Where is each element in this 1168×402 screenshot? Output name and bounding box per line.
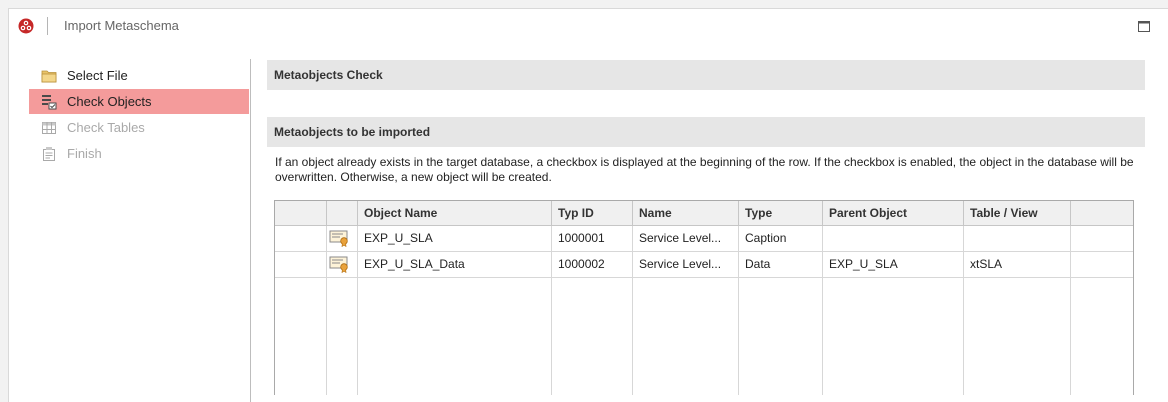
sidebar-item-label: Select File xyxy=(67,68,128,83)
table-row[interactable]: EXP_U_SLA 1000001 Service Level... Capti… xyxy=(275,226,1133,252)
close-button[interactable] xyxy=(1161,15,1168,37)
cell-type: Caption xyxy=(738,226,822,250)
column-header-type[interactable]: Type xyxy=(738,201,822,225)
sidebar-item-check-objects[interactable]: Check Objects xyxy=(29,89,249,114)
cell-parent-object xyxy=(822,226,963,250)
title-bar: Import Metaschema xyxy=(9,9,1168,43)
grid-header: Object Name Typ ID Name Type Parent Obje… xyxy=(275,201,1133,226)
sidebar-item-select-file[interactable]: Select File xyxy=(29,63,249,88)
metaobject-icon xyxy=(329,230,351,247)
metaobjects-grid: Object Name Typ ID Name Type Parent Obje… xyxy=(274,200,1134,395)
maximize-button[interactable] xyxy=(1132,15,1156,37)
sidebar-item-label: Check Objects xyxy=(67,94,152,109)
metaobject-icon xyxy=(329,256,351,273)
check-objects-icon xyxy=(41,94,57,110)
cell-object-name: EXP_U_SLA xyxy=(357,226,551,250)
sidebar-item-check-tables[interactable]: Check Tables xyxy=(29,115,249,140)
sidebar-item-finish[interactable]: Finish xyxy=(29,141,249,166)
wizard-steps-sidebar: Select File Check Objects xyxy=(9,61,249,402)
table-row[interactable]: EXP_U_SLA_Data 1000002 Service Level... … xyxy=(275,252,1133,278)
cell-table-view xyxy=(963,226,1070,250)
cell-name: Service Level... xyxy=(632,226,738,250)
header-divider xyxy=(1070,201,1071,225)
maximize-icon xyxy=(1138,21,1150,32)
info-text: If an object already exists in the targe… xyxy=(275,155,1135,185)
sidebar-item-label: Check Tables xyxy=(67,120,145,135)
column-header-typ-id[interactable]: Typ ID xyxy=(551,201,632,225)
column-header-parent-object[interactable]: Parent Object xyxy=(822,201,963,225)
cell-typ-id: 1000001 xyxy=(551,226,632,250)
title-separator xyxy=(47,17,48,35)
finish-icon xyxy=(41,146,57,162)
column-header-checkbox[interactable] xyxy=(275,201,326,225)
cell-parent-object: EXP_U_SLA xyxy=(822,252,963,276)
cell-name: Service Level... xyxy=(632,252,738,276)
sidebar-divider xyxy=(250,59,251,402)
table-icon xyxy=(41,120,57,136)
cell-table-view: xtSLA xyxy=(963,252,1070,276)
column-header-object-name[interactable]: Object Name xyxy=(357,201,551,225)
column-header-name[interactable]: Name xyxy=(632,201,738,225)
section-header-metaobjects-imported: Metaobjects to be imported xyxy=(267,117,1145,147)
folder-icon xyxy=(41,68,57,84)
column-header-table-view[interactable]: Table / View xyxy=(963,201,1070,225)
cell-type: Data xyxy=(738,252,822,276)
sidebar-item-label: Finish xyxy=(67,146,102,161)
cell-typ-id: 1000002 xyxy=(551,252,632,276)
cell-object-name: EXP_U_SLA_Data xyxy=(357,252,551,276)
import-metaschema-window: Import Metaschema Select File xyxy=(8,8,1168,402)
section-header-metaobjects-check: Metaobjects Check xyxy=(267,60,1145,90)
app-logo-icon xyxy=(18,18,34,34)
window-title: Import Metaschema xyxy=(64,18,179,33)
column-header-icon[interactable] xyxy=(326,201,357,225)
